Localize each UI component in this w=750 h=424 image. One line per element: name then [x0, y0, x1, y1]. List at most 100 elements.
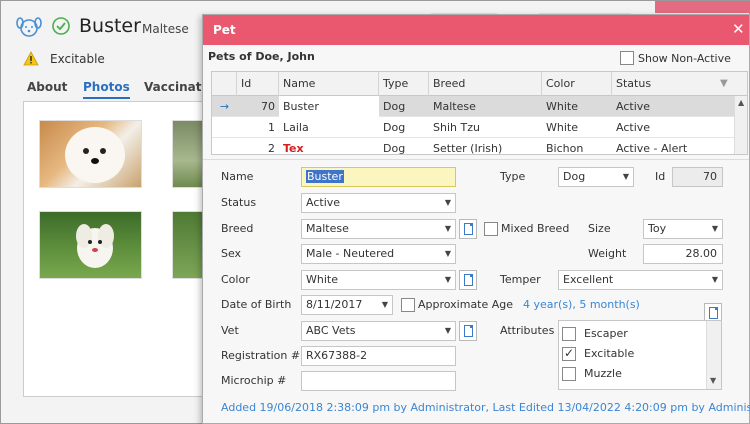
microchip-field[interactable] — [301, 371, 456, 391]
attribute-checkbox[interactable] — [562, 346, 576, 361]
chevron-down-icon: ▼ — [444, 275, 451, 284]
attributes-label: Attributes — [500, 324, 555, 337]
pet-dog-icon — [16, 17, 42, 37]
close-icon[interactable]: ✕ — [732, 20, 745, 38]
document-icon — [464, 325, 473, 337]
grid-header-indicator — [212, 72, 237, 96]
chevron-down-icon: ▼ — [381, 300, 388, 309]
cell-id: 70 — [261, 100, 275, 113]
breed-lookup-button[interactable] — [459, 219, 477, 239]
cell-name: Laila — [283, 121, 309, 134]
temper-select-value: Excellent — [563, 273, 614, 286]
cell-status: Active - Alert — [616, 142, 688, 155]
grid-scrollbar[interactable]: ▲ — [734, 96, 747, 154]
grid-header-status-label: Status — [616, 77, 652, 90]
pet-dialog: Pet ✕ Pets of Doe, John Show Non-Active … — [202, 14, 750, 424]
cell-name: Tex — [283, 142, 304, 155]
mixed-breed-label: Mixed Breed — [501, 222, 570, 235]
vet-select[interactable]: ABC Vets ▼ — [301, 321, 456, 341]
cell-color: White — [546, 121, 578, 134]
name-field-value: Buster — [306, 170, 344, 183]
type-select-value: Dog — [563, 170, 586, 183]
background-titlebar-accent — [655, 1, 750, 13]
temper-select[interactable]: Excellent ▼ — [558, 270, 723, 290]
chevron-down-icon: ▼ — [711, 275, 718, 284]
photo-thumbnail[interactable] — [39, 211, 142, 279]
grid-header-id[interactable]: Id — [237, 72, 279, 96]
pet-name-heading: Buster — [79, 15, 141, 37]
chevron-down-icon: ▼ — [711, 224, 718, 233]
grid-header-type[interactable]: Type — [379, 72, 429, 96]
sex-select-value: Male - Neutered — [306, 247, 395, 260]
size-label: Size — [588, 222, 611, 235]
vet-lookup-button[interactable] — [459, 321, 477, 341]
table-row[interactable]: → 70 Buster Dog Maltese White Active — [212, 96, 734, 117]
mixed-breed-checkbox[interactable] — [484, 222, 498, 236]
microchip-label: Microchip # — [221, 374, 287, 387]
cell-breed: Shih Tzu — [433, 121, 480, 134]
attribute-label: Muzzle — [584, 367, 622, 380]
dialog-titlebar[interactable] — [203, 15, 749, 45]
size-select-value: Toy — [648, 222, 667, 235]
status-label: Status — [221, 196, 257, 209]
table-row[interactable]: 2 Tex Dog Setter (Irish) Bichon Active -… — [212, 138, 734, 155]
grid-header-name[interactable]: Name — [279, 72, 379, 96]
cell-breed: Maltese — [433, 100, 476, 113]
cell-color: White — [546, 100, 578, 113]
cell-name: Buster — [279, 96, 379, 117]
approximate-age-checkbox[interactable] — [401, 298, 415, 312]
alert-text: Excitable — [50, 52, 105, 66]
attributes-scrollbar[interactable]: ▼ — [706, 321, 721, 389]
approximate-age-label: Approximate Age — [418, 298, 514, 311]
cell-breed: Setter (Irish) — [433, 142, 503, 155]
cell-id: 2 — [268, 142, 275, 155]
dob-value: 8/11/2017 — [306, 298, 363, 311]
cell-type: Dog — [383, 100, 406, 113]
attribute-checkbox[interactable] — [562, 327, 576, 341]
photo-thumbnail[interactable] — [39, 120, 142, 188]
tab-about[interactable]: About — [27, 80, 67, 94]
sex-select[interactable]: Male - Neutered ▼ — [301, 244, 456, 264]
attribute-checkbox[interactable] — [562, 367, 576, 381]
color-select[interactable]: White ▼ — [301, 270, 456, 290]
chevron-down-icon: ▼ — [444, 326, 451, 335]
cell-type: Dog — [383, 142, 406, 155]
name-field[interactable]: Buster — [301, 167, 456, 187]
warning-icon — [23, 51, 39, 66]
document-icon — [464, 223, 473, 235]
table-row[interactable]: 1 Laila Dog Shih Tzu White Active — [212, 117, 734, 138]
color-lookup-button[interactable] — [459, 270, 477, 290]
active-check-icon — [52, 17, 70, 35]
size-select[interactable]: Toy ▼ — [643, 219, 723, 239]
scroll-down-icon[interactable]: ▼ — [710, 376, 716, 385]
show-non-active-checkbox[interactable] — [620, 51, 634, 65]
owner-heading: Pets of Doe, John — [208, 50, 315, 63]
cell-status: Active — [616, 121, 651, 134]
filter-icon[interactable]: ▼ — [720, 72, 728, 96]
chevron-down-icon: ▼ — [444, 198, 451, 207]
age-text: 4 year(s), 5 month(s) — [523, 298, 640, 311]
status-select[interactable]: Active ▼ — [301, 193, 456, 213]
tab-photos[interactable]: Photos — [83, 80, 130, 99]
pets-grid: Id Name Type Breed Color Status ▼ → 70 B… — [211, 71, 748, 155]
grid-header-breed[interactable]: Breed — [429, 72, 542, 96]
registration-label: Registration # — [221, 349, 301, 362]
breed-select[interactable]: Maltese ▼ — [301, 219, 456, 239]
cell-type: Dog — [383, 121, 406, 134]
weight-field[interactable]: 28.00 — [643, 244, 723, 264]
attribute-label: Excitable — [584, 347, 635, 360]
registration-field[interactable]: RX67388-2 — [301, 346, 456, 366]
dob-picker[interactable]: 8/11/2017 ▼ — [301, 295, 393, 315]
show-non-active-label: Show Non-Active — [638, 52, 731, 65]
grid-header-color[interactable]: Color — [542, 72, 612, 96]
breed-select-value: Maltese — [306, 222, 349, 235]
photos-panel — [23, 101, 224, 397]
color-select-value: White — [306, 273, 338, 286]
type-select[interactable]: Dog ▼ — [558, 167, 634, 187]
cell-status: Active — [616, 100, 651, 113]
weight-label: Weight — [588, 247, 627, 260]
status-select-value: Active — [306, 196, 341, 209]
scroll-up-icon[interactable]: ▲ — [738, 98, 744, 107]
id-field: 70 — [672, 167, 723, 187]
grid-header-status[interactable]: Status ▼ — [612, 72, 747, 96]
